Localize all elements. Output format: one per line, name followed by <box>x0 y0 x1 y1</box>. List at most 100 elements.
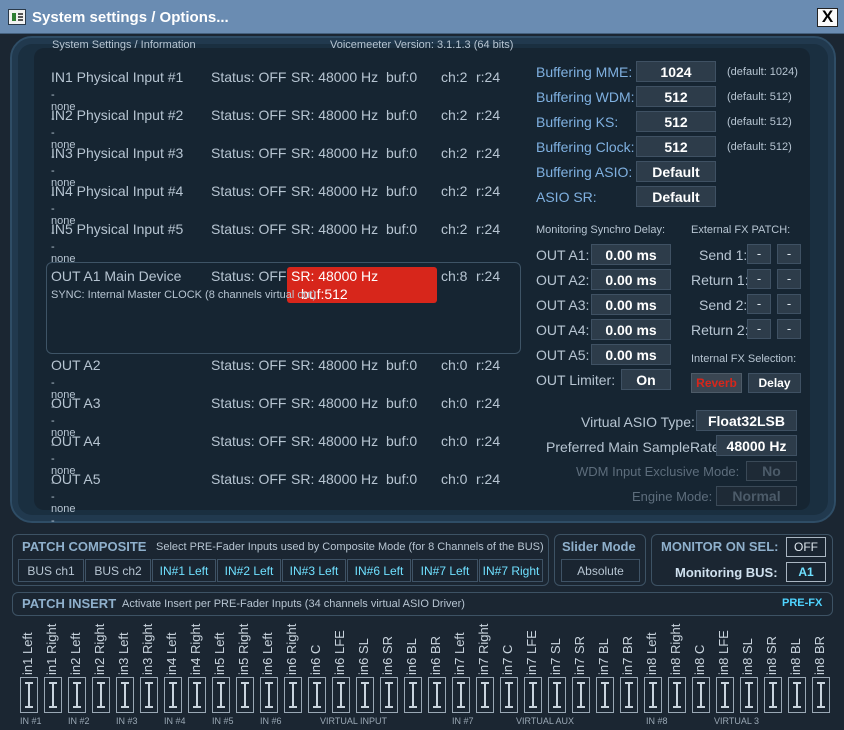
buffering-ks-value[interactable]: 512 <box>636 111 716 132</box>
patch-insert-desc: Activate Insert per PRE-Fader Inputs (34… <box>122 598 465 610</box>
insert-toggle[interactable] <box>692 677 710 713</box>
insert-toggle[interactable] <box>500 677 518 713</box>
insert-toggle[interactable] <box>548 677 566 713</box>
insert-toggle[interactable] <box>140 677 158 713</box>
group-in6: IN #6 <box>260 716 282 726</box>
monitoring-a1-value[interactable]: 0.00 ms <box>591 244 671 265</box>
device-sr: SR: 48000 Hz <box>291 145 379 161</box>
insert-toggle[interactable] <box>740 677 758 713</box>
buffering-mme-value[interactable]: 1024 <box>636 61 716 82</box>
insert-toggle[interactable] <box>44 677 62 713</box>
insert-toggle[interactable] <box>788 677 806 713</box>
insert-toggle[interactable] <box>476 677 494 713</box>
insert-toggle[interactable] <box>356 677 374 713</box>
limiter-toggle[interactable]: On <box>621 369 671 390</box>
slider-mode-button[interactable]: Absolute <box>561 559 640 582</box>
engine-mode-value[interactable]: Normal <box>716 486 797 506</box>
prefx-label: PRE-FX <box>782 597 823 609</box>
insert-channel-label: in1 Left <box>18 617 40 677</box>
insert-channel-name: in6 LFE <box>332 630 347 675</box>
insert-toggle[interactable] <box>260 677 278 713</box>
reverb-button[interactable]: Reverb <box>691 373 742 393</box>
fx-return1-left-button[interactable]: - <box>747 269 771 289</box>
composite-bus-ch2-button[interactable]: BUS ch2 <box>85 559 151 582</box>
asio-sr-value[interactable]: Default <box>636 186 716 207</box>
composite-bus-ch1-button[interactable]: BUS ch1 <box>18 559 84 582</box>
insert-channel-label: in7 Left <box>450 617 472 677</box>
device-buf: buf:0 <box>386 145 418 161</box>
insert-toggle[interactable] <box>20 677 38 713</box>
fx-return2-right-button[interactable]: - <box>777 319 801 339</box>
buffering-asio-label: Buffering ASIO: <box>536 164 633 180</box>
composite-in2-left-button[interactable]: IN#2 Left <box>217 559 281 582</box>
insert-toggle[interactable] <box>308 677 326 713</box>
monitoring-bus-select[interactable]: A1 <box>786 562 826 582</box>
output-ch: ch:0 <box>441 433 468 449</box>
composite-in1-left-button[interactable]: IN#1 Left <box>152 559 216 582</box>
monitoring-a5-value[interactable]: 0.00 ms <box>591 344 671 365</box>
fx-send2-left-button[interactable]: - <box>747 294 771 314</box>
insert-toggle[interactable] <box>380 677 398 713</box>
insert-channel-label: in7 BL <box>594 617 616 677</box>
insert-toggle[interactable] <box>716 677 734 713</box>
device-status: Status: OFF <box>211 69 287 85</box>
buffering-clock-value[interactable]: 512 <box>636 136 716 157</box>
composite-in7-right-button[interactable]: IN#7 Right <box>479 559 543 582</box>
insert-toggle[interactable] <box>188 677 206 713</box>
insert-toggle[interactable] <box>428 677 446 713</box>
output-ch: ch:0 <box>441 395 468 411</box>
delay-button[interactable]: Delay <box>748 373 801 393</box>
fx-send1-left-button[interactable]: - <box>747 244 771 264</box>
insert-toggle[interactable] <box>572 677 590 713</box>
main-device-r: r:24 <box>476 268 501 284</box>
device-name: IN3 Physical Input #3 <box>51 145 184 161</box>
fx-return1-right-button[interactable]: - <box>777 269 801 289</box>
insert-toggle[interactable] <box>92 677 110 713</box>
insert-channel-name: in8 Right <box>668 623 683 675</box>
output-r: r:24 <box>476 357 501 373</box>
insert-toggle[interactable] <box>68 677 86 713</box>
wdm-exclusive-value[interactable]: No <box>746 461 797 481</box>
insert-toggle[interactable] <box>164 677 182 713</box>
output-status: Status: OFF <box>211 433 287 449</box>
buffering-wdm-value[interactable]: 512 <box>636 86 716 107</box>
monitoring-a2-value[interactable]: 0.00 ms <box>591 269 671 290</box>
fx-send2-right-button[interactable]: - <box>777 294 801 314</box>
insert-toggle[interactable] <box>116 677 134 713</box>
monitor-on-sel-label: MONITOR ON SEL: <box>661 539 779 554</box>
insert-toggle[interactable] <box>212 677 230 713</box>
insert-toggle[interactable] <box>644 677 662 713</box>
insert-toggle[interactable] <box>284 677 302 713</box>
monitor-on-sel-toggle[interactable]: OFF <box>786 537 826 557</box>
fx-send1-right-button[interactable]: - <box>777 244 801 264</box>
buffering-asio-value[interactable]: Default <box>636 161 716 182</box>
insert-channel-label: in6 SR <box>378 617 400 677</box>
close-button[interactable]: X <box>817 8 838 27</box>
asio-type-label: Virtual ASIO Type: <box>581 414 695 430</box>
insert-toggle[interactable] <box>332 677 350 713</box>
wdm-exclusive-label: WDM Input Exclusive Mode: <box>576 464 740 479</box>
insert-channel-label: in7 C <box>498 617 520 677</box>
insert-toggle[interactable] <box>236 677 254 713</box>
composite-in3-left-button[interactable]: IN#3 Left <box>282 559 346 582</box>
insert-channel-name: in4 Left <box>164 632 179 675</box>
insert-toggle[interactable] <box>812 677 830 713</box>
insert-channel-name: in2 Left <box>68 632 83 675</box>
insert-toggle[interactable] <box>764 677 782 713</box>
composite-in6-left-button[interactable]: IN#6 Left <box>347 559 411 582</box>
insert-channel-label: in6 Right <box>282 617 304 677</box>
asio-type-value[interactable]: Float32LSB <box>696 410 797 431</box>
fx-return2-left-button[interactable]: - <box>747 319 771 339</box>
samplerate-value[interactable]: 48000 Hz <box>716 435 797 456</box>
insert-channel-label: in8 Right <box>666 617 688 677</box>
composite-in7-left-button[interactable]: IN#7 Left <box>412 559 478 582</box>
monitoring-a4-value[interactable]: 0.00 ms <box>591 319 671 340</box>
insert-toggle[interactable] <box>404 677 422 713</box>
insert-toggle[interactable] <box>452 677 470 713</box>
insert-toggle[interactable] <box>668 677 686 713</box>
slider-mode-title: Slider Mode <box>562 539 636 554</box>
insert-toggle[interactable] <box>620 677 638 713</box>
insert-toggle[interactable] <box>596 677 614 713</box>
insert-toggle[interactable] <box>524 677 542 713</box>
monitoring-a3-value[interactable]: 0.00 ms <box>591 294 671 315</box>
